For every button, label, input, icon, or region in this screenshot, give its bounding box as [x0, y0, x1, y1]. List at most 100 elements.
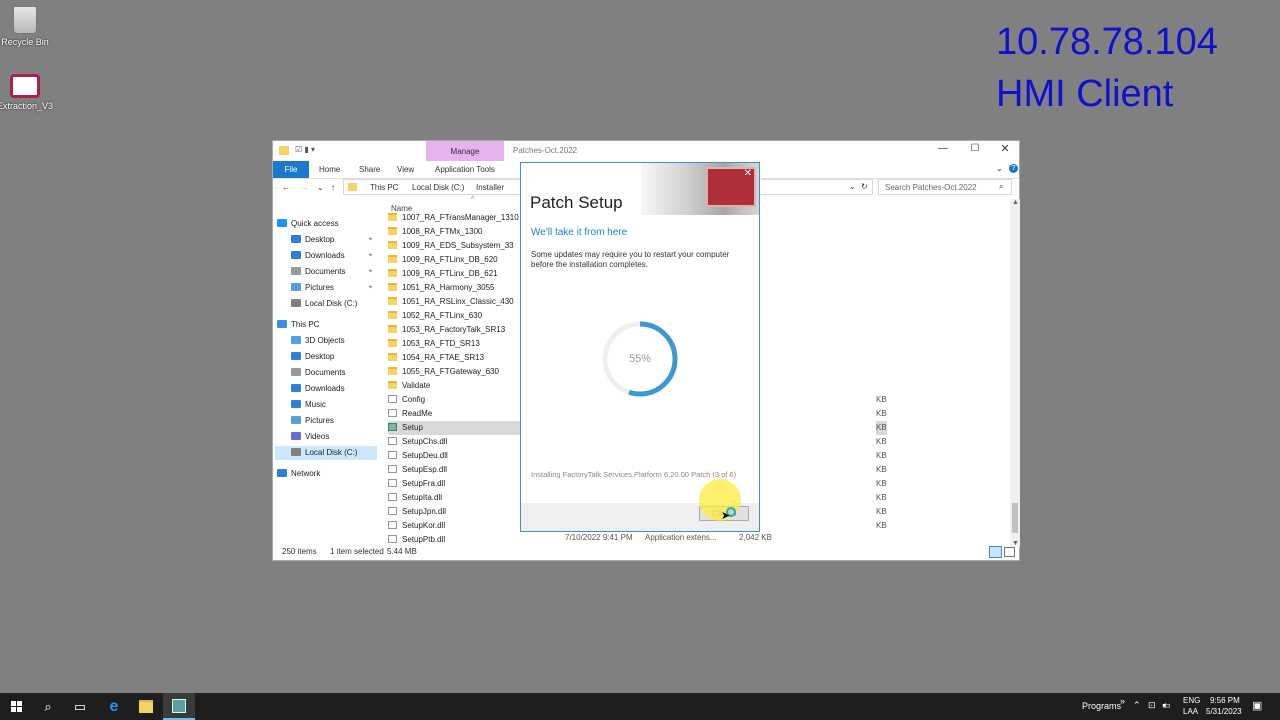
- nav-item[interactable]: Videos: [291, 430, 329, 444]
- manage-context-tab[interactable]: Manage: [426, 141, 504, 161]
- clock-date[interactable]: 5/31/2023: [1206, 707, 1242, 716]
- scrollbar-thumb[interactable]: [1012, 503, 1018, 533]
- file-size: 2,042 KB: [739, 533, 772, 542]
- file-row[interactable]: 1053_RA_FTD_SR13: [388, 337, 523, 351]
- details-view-icon[interactable]: [989, 546, 1002, 558]
- forward-arrow-icon[interactable]: →: [301, 183, 309, 192]
- chevron-down-icon[interactable]: ⌄: [996, 164, 1003, 173]
- tab-home[interactable]: Home: [319, 165, 340, 174]
- nav-item[interactable]: Network: [277, 467, 320, 481]
- device-icon[interactable]: ⊡: [1148, 700, 1156, 711]
- file-row[interactable]: 1054_RA_FTAE_SR13: [388, 351, 523, 365]
- nav-item-label: Videos: [305, 432, 330, 441]
- volume-icon[interactable]: 🔈︎: [1163, 700, 1168, 711]
- tab-view[interactable]: View: [397, 165, 414, 174]
- file-row[interactable]: ReadMe: [388, 407, 523, 421]
- file-row[interactable]: 1009_RA_FTLinx_DB_621: [388, 267, 523, 281]
- address-bar[interactable]: This PC Local Disk (C:) Installer: [343, 179, 521, 195]
- file-row[interactable]: 1052_RA_FTLinx_630: [388, 309, 523, 323]
- chevron-down-icon[interactable]: ⌄: [849, 182, 856, 191]
- search-icon[interactable]: ⌕: [32, 693, 64, 720]
- file-row[interactable]: SetupFra.dll: [388, 477, 523, 491]
- tab-share[interactable]: Share: [359, 165, 380, 174]
- nav-item[interactable]: Documents: [291, 366, 345, 380]
- tab-application-tools[interactable]: Application Tools: [435, 165, 495, 174]
- file-row[interactable]: SetupDeu.dll: [388, 449, 523, 463]
- nav-item[interactable]: Music: [291, 398, 326, 412]
- close-icon[interactable]: ✕: [744, 168, 752, 179]
- programs-toolbar[interactable]: Programs: [1082, 701, 1121, 711]
- vertical-scrollbar[interactable]: ▲ ▼: [1010, 199, 1020, 547]
- start-button[interactable]: [0, 693, 32, 720]
- file-name: SetupIta.dll: [402, 493, 443, 502]
- nav-item[interactable]: Quick access: [277, 217, 339, 231]
- file-row[interactable]: Validate: [388, 379, 523, 393]
- close-button[interactable]: ✕: [995, 142, 1015, 155]
- maximize-button[interactable]: ☐: [965, 143, 985, 154]
- file-row[interactable]: Config: [388, 393, 523, 407]
- back-arrow-icon[interactable]: ←: [282, 183, 290, 192]
- file-row[interactable]: SetupChs.dll: [388, 435, 523, 449]
- nav-item[interactable]: Local Disk (C:): [291, 297, 357, 311]
- nav-item-label: This PC: [291, 320, 320, 329]
- notifications-icon[interactable]: ▣: [1252, 699, 1262, 712]
- input-language-eng[interactable]: ENG: [1183, 696, 1200, 705]
- file-row[interactable]: 1009_RA_FTLinx_DB_620: [388, 253, 523, 267]
- file-row[interactable]: SetupKor.dll: [388, 519, 523, 533]
- desktop-icon-extraction[interactable]: Extraction_V3: [0, 74, 55, 111]
- pin-icon[interactable]: ✦: [368, 249, 373, 263]
- scroll-up-icon[interactable]: ▲: [1012, 199, 1019, 206]
- file-row[interactable]: 1051_RA_Harmony_3055: [388, 281, 523, 295]
- file-row[interactable]: 1007_RA_FTransManager_1310: [388, 211, 523, 225]
- nav-item[interactable]: This PC: [277, 318, 319, 332]
- file-row[interactable]: 1053_RA_FactoryTalk_SR13: [388, 323, 523, 337]
- minimize-button[interactable]: —: [933, 143, 953, 154]
- up-arrow-icon[interactable]: ↑: [331, 183, 335, 192]
- file-row[interactable]: Setup: [388, 421, 523, 435]
- refresh-icon[interactable]: ↻: [861, 182, 868, 191]
- pin-icon[interactable]: ✦: [368, 281, 373, 295]
- pin-icon[interactable]: ✦: [368, 265, 373, 279]
- show-hidden-icons[interactable]: ⌃: [1133, 700, 1141, 711]
- file-row[interactable]: SetupIta.dll: [388, 491, 523, 505]
- recent-chevron-icon[interactable]: ⌄: [317, 183, 324, 192]
- file-explorer-icon[interactable]: [130, 693, 162, 720]
- setup-app-icon[interactable]: [163, 693, 195, 720]
- nav-item[interactable]: Local Disk (C:): [275, 446, 377, 460]
- file-row[interactable]: SetupEsp.dll: [388, 463, 523, 477]
- nav-item[interactable]: Downloads: [291, 382, 345, 396]
- nav-item[interactable]: 3D Objects: [291, 334, 345, 348]
- nav-item[interactable]: Pictures ✦: [291, 281, 373, 295]
- file-row[interactable]: 1051_RA_RSLinx_Classic_430: [388, 295, 523, 309]
- toolbar-chevron-icon[interactable]: »: [1120, 696, 1125, 706]
- breadcrumb-this-pc[interactable]: This PC: [370, 183, 398, 192]
- nav-item[interactable]: Documents ✦: [291, 265, 373, 279]
- file-row[interactable]: 1055_RA_FTGateway_630: [388, 365, 523, 379]
- file-name: 1051_RA_RSLinx_Classic_430: [402, 297, 514, 306]
- tab-file[interactable]: File: [273, 161, 309, 178]
- nav-item[interactable]: Downloads ✦: [291, 249, 373, 263]
- address-bar-tail[interactable]: ⌄ ↻: [761, 179, 873, 195]
- internet-explorer-icon[interactable]: e: [98, 693, 130, 720]
- input-language-laa[interactable]: LAA: [1183, 707, 1198, 716]
- breadcrumb-local-disk[interactable]: Local Disk (C:): [412, 183, 464, 192]
- breadcrumb-installer[interactable]: Installer: [476, 183, 504, 192]
- help-icon[interactable]: ?: [1009, 164, 1018, 173]
- quick-access-toolbar[interactable]: ☑ ▮ ▾: [295, 145, 339, 156]
- header-person-photo: ✕: [706, 167, 756, 207]
- task-view-icon[interactable]: ▭: [64, 693, 96, 720]
- nav-item[interactable]: Desktop: [291, 350, 334, 364]
- dialog-subtitle: We'll take it from here: [531, 227, 628, 238]
- search-input[interactable]: Search Patches-Oct.2022 ⌕: [878, 179, 1012, 195]
- nav-item[interactable]: Desktop ✦: [291, 233, 373, 247]
- file-row[interactable]: 1009_RA_EDS_Subsystem_33: [388, 239, 523, 253]
- nav-item-label: Network: [291, 469, 321, 478]
- search-icon: ⌕: [999, 182, 1004, 191]
- pin-icon[interactable]: ✦: [368, 233, 373, 247]
- large-icons-view-icon[interactable]: [1004, 547, 1015, 557]
- file-row[interactable]: SetupJpn.dll: [388, 505, 523, 519]
- clock-time[interactable]: 9:56 PM: [1210, 696, 1240, 705]
- nav-item[interactable]: Pictures: [291, 414, 334, 428]
- desktop-icon-recycle-bin[interactable]: Recycle Bin: [0, 6, 55, 47]
- file-row[interactable]: 1008_RA_FTMx_1300: [388, 225, 523, 239]
